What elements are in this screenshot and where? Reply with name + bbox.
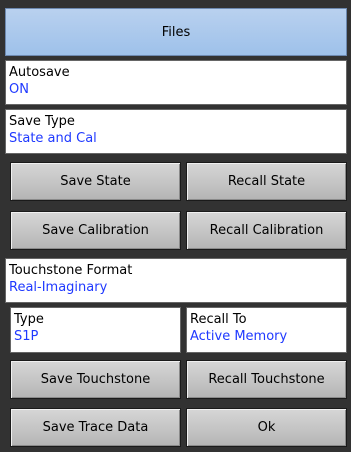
recall-to-value: Active Memory [190, 329, 288, 344]
autosave-value: ON [9, 82, 29, 97]
save-calibration-button[interactable]: Save Calibration [10, 211, 181, 250]
type-field[interactable]: Type S1P [10, 307, 181, 353]
recall-state-button[interactable]: Recall State [186, 162, 347, 201]
touchstone-format-value: Real-Imaginary [9, 280, 108, 295]
recall-to-field[interactable]: Recall To Active Memory [186, 307, 347, 353]
panel-header: Files [5, 8, 347, 56]
recall-to-label: Recall To [190, 312, 247, 327]
save-type-field[interactable]: Save Type State and Cal [5, 109, 347, 154]
touchstone-format-field[interactable]: Touchstone Format Real-Imaginary [5, 258, 347, 303]
type-value: S1P [14, 329, 39, 344]
save-type-value: State and Cal [9, 131, 97, 146]
ok-button[interactable]: Ok [186, 408, 347, 447]
recall-touchstone-button[interactable]: Recall Touchstone [186, 360, 347, 399]
touchstone-format-label: Touchstone Format [9, 263, 133, 278]
save-state-button[interactable]: Save State [10, 162, 181, 201]
type-label: Type [14, 312, 44, 327]
recall-calibration-button[interactable]: Recall Calibration [186, 211, 347, 250]
files-panel: Files Autosave ON Save Type State and Ca… [0, 0, 351, 452]
panel-title: Files [161, 24, 191, 40]
autosave-label: Autosave [9, 65, 70, 80]
autosave-field[interactable]: Autosave ON [5, 60, 347, 105]
save-type-label: Save Type [9, 114, 75, 129]
save-trace-data-button[interactable]: Save Trace Data [10, 408, 181, 447]
save-touchstone-button[interactable]: Save Touchstone [10, 360, 181, 399]
